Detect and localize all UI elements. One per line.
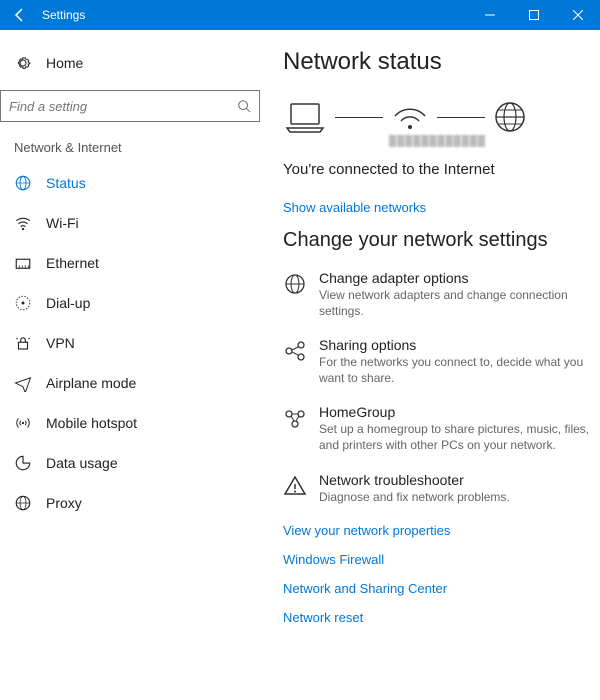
- sidebar-item-label: Status: [46, 175, 86, 191]
- gear-icon: [14, 54, 32, 72]
- link-view-your-network-properties[interactable]: View your network properties: [283, 523, 592, 538]
- sidebar-item-label: Airplane mode: [46, 375, 136, 391]
- sidebar-item-label: Ethernet: [46, 255, 99, 271]
- sidebar-item-dial-up[interactable]: Dial-up: [0, 283, 265, 323]
- maximize-button[interactable]: [512, 0, 556, 30]
- setting-title: Change adapter options: [319, 270, 592, 286]
- ethernet-icon: [14, 254, 32, 272]
- laptop-icon: [283, 100, 327, 134]
- sidebar-item-label: Data usage: [46, 455, 118, 471]
- setting-desc: Set up a homegroup to share pictures, mu…: [319, 422, 592, 453]
- setting-desc: For the networks you connect to, decide …: [319, 355, 592, 386]
- sidebar-group-title: Network & Internet: [0, 122, 265, 163]
- back-button[interactable]: [0, 0, 40, 30]
- sidebar-item-status[interactable]: Status: [0, 163, 265, 203]
- vpn-icon: [14, 334, 32, 352]
- sidebar-item-proxy[interactable]: Proxy: [0, 483, 265, 523]
- link-network-and-sharing-center[interactable]: Network and Sharing Center: [283, 581, 592, 596]
- warning-icon: [283, 474, 307, 498]
- home-button[interactable]: Home: [0, 46, 265, 80]
- close-button[interactable]: [556, 0, 600, 30]
- sidebar-item-mobile-hotspot[interactable]: Mobile hotspot: [0, 403, 265, 443]
- page-heading: Network status: [283, 48, 592, 76]
- sidebar-item-vpn[interactable]: VPN: [0, 323, 265, 363]
- setting-title: Sharing options: [319, 337, 592, 353]
- window-title: Settings: [42, 8, 85, 22]
- sidebar-item-label: Proxy: [46, 495, 82, 511]
- link-network-reset[interactable]: Network reset: [283, 610, 592, 625]
- search-box[interactable]: [0, 90, 260, 122]
- home-label: Home: [46, 55, 83, 71]
- network-name: ████████████: [283, 136, 592, 147]
- connector-line: [335, 117, 383, 118]
- search-input[interactable]: [9, 99, 237, 114]
- setting-sharing-options[interactable]: Sharing options For the networks you conn…: [283, 337, 592, 386]
- setting-desc: View network adapters and change connect…: [319, 288, 592, 319]
- homegroup-icon: [283, 406, 307, 430]
- dialup-icon: [14, 294, 32, 312]
- sidebar: Home Network & Internet Status Wi-Fi Ether…: [0, 30, 265, 700]
- sidebar-item-data-usage[interactable]: Data usage: [0, 443, 265, 483]
- minimize-button[interactable]: [468, 0, 512, 30]
- sidebar-item-ethernet[interactable]: Ethernet: [0, 243, 265, 283]
- setting-title: HomeGroup: [319, 404, 592, 420]
- globe-icon: [283, 272, 307, 296]
- search-icon: [237, 99, 251, 113]
- setting-change-adapter-options[interactable]: Change adapter options View network adapt…: [283, 270, 592, 319]
- datausage-icon: [14, 454, 32, 472]
- setting-desc: Diagnose and fix network problems.: [319, 490, 510, 506]
- wifi-icon: [14, 214, 32, 232]
- connector-line: [437, 117, 485, 118]
- wifi-signal-icon: [391, 102, 429, 132]
- change-settings-heading: Change your network settings: [283, 229, 592, 252]
- network-diagram: [283, 94, 592, 138]
- sharing-icon: [283, 339, 307, 363]
- setting-title: Network troubleshooter: [319, 472, 510, 488]
- show-networks-link[interactable]: Show available networks: [283, 200, 592, 215]
- sidebar-item-label: Wi-Fi: [46, 215, 79, 231]
- proxy-icon: [14, 494, 32, 512]
- titlebar: Settings: [0, 0, 600, 30]
- airplane-icon: [14, 374, 32, 392]
- sidebar-item-wi-fi[interactable]: Wi-Fi: [0, 203, 265, 243]
- sidebar-item-label: Dial-up: [46, 295, 90, 311]
- main-content: Network status ████████████ You're conne…: [265, 30, 600, 700]
- status-icon: [14, 174, 32, 192]
- setting-network-troubleshooter[interactable]: Network troubleshooter Diagnose and fix n…: [283, 472, 592, 506]
- hotspot-icon: [14, 414, 32, 432]
- setting-homegroup[interactable]: HomeGroup Set up a homegroup to share pic…: [283, 404, 592, 453]
- link-windows-firewall[interactable]: Windows Firewall: [283, 552, 592, 567]
- sidebar-item-label: VPN: [46, 335, 75, 351]
- globe-icon: [493, 100, 527, 134]
- sidebar-item-label: Mobile hotspot: [46, 415, 137, 431]
- sidebar-item-airplane-mode[interactable]: Airplane mode: [0, 363, 265, 403]
- connection-status: You're connected to the Internet: [283, 161, 592, 178]
